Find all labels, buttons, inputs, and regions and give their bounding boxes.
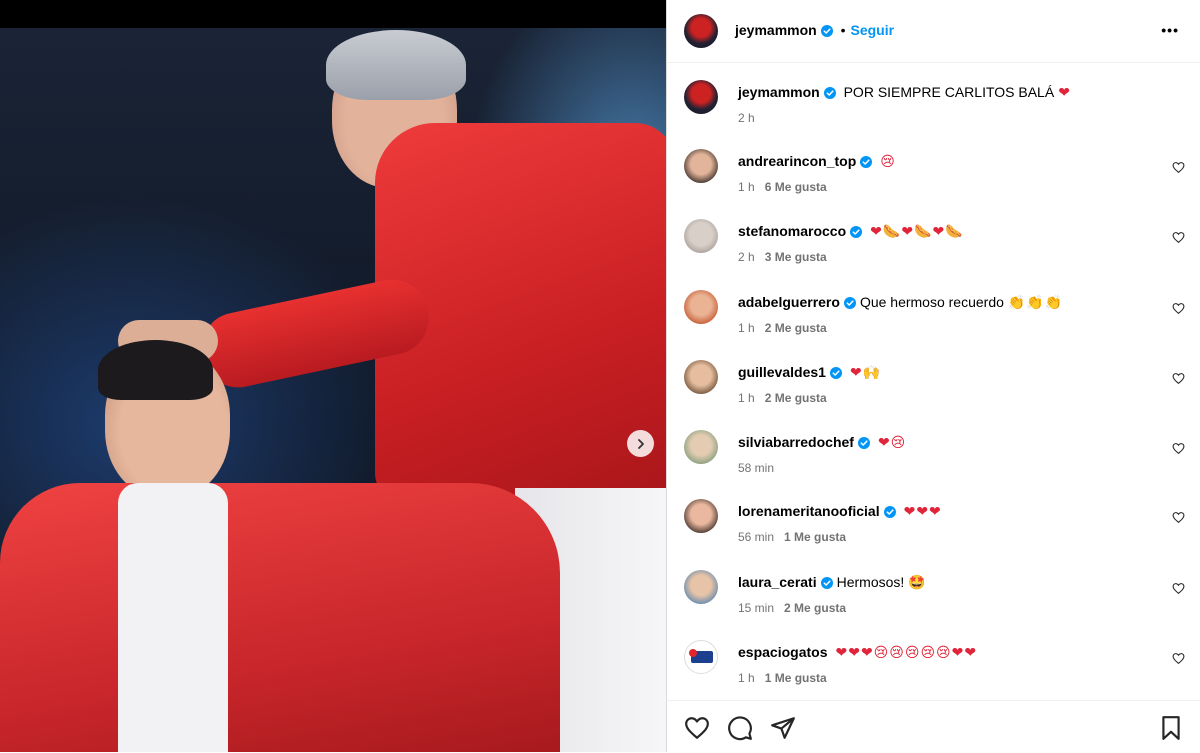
comment-avatar[interactable] (684, 360, 718, 394)
comment-emoji: 👏👏👏 (1007, 295, 1064, 311)
post-caption: jeymammon POR SIEMPRE CARLITOS BALÁ ❤ 2 h (667, 80, 1200, 154)
comment-emoji: ❤❤❤ (903, 504, 942, 520)
comment-emoji: ❤🙌 (849, 365, 882, 381)
comment-time[interactable]: 2 h (738, 250, 755, 264)
action-bar (667, 700, 1200, 753)
share-icon[interactable] (770, 715, 796, 741)
comment-emoji: ❤❤❤😢😢😢😢😢❤❤ (835, 645, 978, 661)
heart-icon[interactable] (1172, 652, 1185, 665)
elder-hair (326, 30, 466, 100)
comment-row: stefanomarocco ❤🌭❤🌭❤🌭 2 h 3 Me gusta (667, 219, 1200, 293)
post-side-panel: jeymammon • Seguir ••• jeymammon POR SIEM… (666, 0, 1200, 752)
caption-emoji: ❤ (1058, 85, 1071, 101)
comment-icon[interactable] (727, 715, 753, 741)
young-jacket (0, 483, 560, 752)
post-media[interactable] (0, 0, 666, 752)
young-shirt (118, 483, 228, 752)
comment-row: silviabarredochef ❤😢 58 min (667, 430, 1200, 504)
comment-avatar[interactable] (684, 640, 718, 674)
comment-row: laura_cerati Hermosos! 🤩 15 min 2 Me gusta (667, 570, 1200, 644)
heart-icon[interactable] (1172, 582, 1185, 595)
comment-likes[interactable]: 2 Me gusta (765, 391, 827, 405)
verified-badge-icon (820, 577, 833, 589)
comment-time[interactable]: 56 min (738, 530, 774, 544)
verified-badge-icon (823, 87, 836, 99)
comment-likes[interactable]: 2 Me gusta (765, 321, 827, 335)
next-media-button[interactable] (627, 430, 654, 457)
comment-likes[interactable]: 6 Me gusta (765, 180, 827, 194)
bookmark-icon[interactable] (1158, 715, 1184, 741)
more-options-button[interactable]: ••• (1161, 22, 1179, 38)
comment-avatar[interactable] (684, 290, 718, 324)
author-avatar[interactable] (684, 14, 718, 48)
comment-username[interactable]: espaciogatos (738, 644, 827, 660)
comment-username[interactable]: silviabarredochef (738, 434, 854, 450)
comment-username[interactable]: laura_cerati (738, 574, 817, 590)
header-separator: • (840, 22, 846, 38)
young-hair (98, 340, 213, 400)
comment-row: guillevaldes1 ❤🙌 1 h 2 Me gusta (667, 360, 1200, 434)
heart-icon[interactable] (684, 715, 710, 741)
heart-icon[interactable] (1172, 161, 1185, 174)
post-photo (0, 28, 666, 752)
chevron-right-icon (637, 438, 644, 449)
follow-button[interactable]: Seguir (851, 22, 895, 38)
comment-username[interactable]: adabelguerrero (738, 294, 840, 310)
comment-likes[interactable]: 1 Me gusta (784, 530, 846, 544)
comment-avatar[interactable] (684, 499, 718, 533)
espaciogatos-logo-accent (689, 649, 697, 657)
comment-avatar[interactable] (684, 570, 718, 604)
heart-icon[interactable] (1172, 231, 1185, 244)
verified-badge-icon (820, 25, 833, 37)
comment-row: adabelguerrero Que hermoso recuerdo 👏👏👏 1 … (667, 290, 1200, 364)
heart-icon[interactable] (1172, 442, 1185, 455)
more-dots-icon: ••• (1161, 22, 1179, 38)
heart-icon[interactable] (1172, 372, 1185, 385)
comment-avatar[interactable] (684, 430, 718, 464)
verified-badge-icon (883, 506, 896, 518)
comment-avatar[interactable] (684, 219, 718, 253)
comment-row: lorenameritanooficial ❤❤❤ 56 min 1 Me gust… (667, 499, 1200, 573)
caption-text: POR SIEMPRE CARLITOS BALÁ (843, 84, 1055, 100)
verified-badge-icon (829, 367, 842, 379)
comment-emoji: ❤🌭❤🌭❤🌭 (870, 224, 964, 240)
comment-username[interactable]: andrearincon_top (738, 153, 856, 169)
heart-icon[interactable] (1172, 511, 1185, 524)
comment-emoji: 🤩 (908, 575, 927, 591)
comment-likes[interactable]: 3 Me gusta (765, 250, 827, 264)
caption-username[interactable]: jeymammon (738, 84, 820, 100)
comment-emoji: ❤😢 (877, 435, 907, 451)
comment-avatar[interactable] (684, 149, 718, 183)
heart-icon[interactable] (1172, 302, 1185, 315)
verified-badge-icon (860, 156, 873, 168)
comment-username[interactable]: lorenameritanooficial (738, 503, 880, 519)
comment-text: Que hermoso recuerdo (859, 294, 1004, 310)
comment-emoji: 😢 (880, 154, 896, 170)
verified-badge-icon (850, 226, 863, 238)
comment-username[interactable]: stefanomarocco (738, 223, 846, 239)
comment-time[interactable]: 58 min (738, 461, 774, 475)
verified-badge-icon (857, 437, 870, 449)
comment-time[interactable]: 1 h (738, 180, 755, 194)
post-header: jeymammon • Seguir ••• (667, 0, 1200, 63)
comment-row: andrearincon_top 😢 1 h 6 Me gusta (667, 149, 1200, 223)
author-username[interactable]: jeymammon (735, 22, 817, 38)
comment-time[interactable]: 1 h (738, 671, 755, 685)
caption-time[interactable]: 2 h (738, 111, 755, 125)
comment-time[interactable]: 15 min (738, 601, 774, 615)
comment-time[interactable]: 1 h (738, 391, 755, 405)
verified-badge-icon (843, 297, 856, 309)
comment-likes[interactable]: 1 Me gusta (765, 671, 827, 685)
caption-avatar[interactable] (684, 80, 718, 114)
comment-text: Hermosos! (836, 574, 905, 590)
comment-time[interactable]: 1 h (738, 321, 755, 335)
comment-likes[interactable]: 2 Me gusta (784, 601, 846, 615)
comment-username[interactable]: guillevaldes1 (738, 364, 826, 380)
